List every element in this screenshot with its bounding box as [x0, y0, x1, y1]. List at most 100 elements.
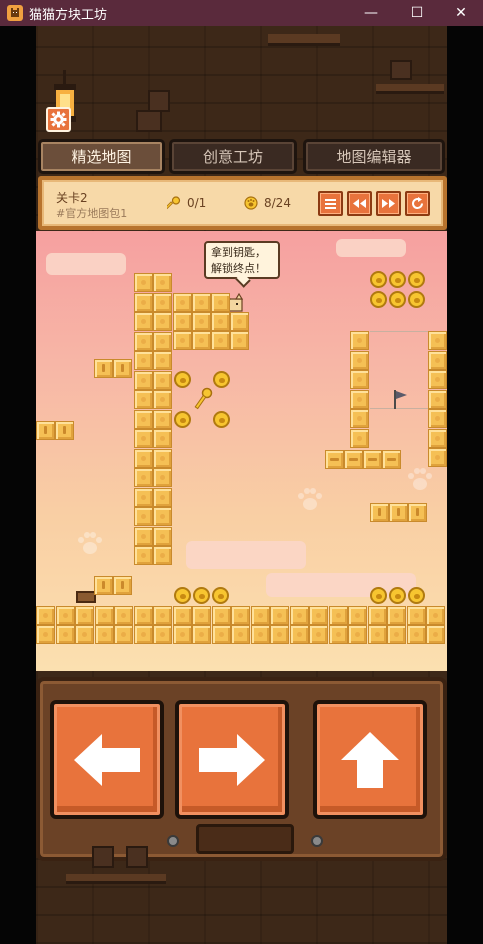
block-tile — [428, 331, 447, 350]
coin-counter: 8/24 — [244, 196, 291, 210]
block-tile — [153, 312, 172, 331]
block-tile — [250, 625, 270, 644]
key-icon — [167, 196, 181, 210]
block-tile — [173, 312, 192, 331]
block-tile — [350, 350, 369, 370]
restart-icon — [412, 197, 424, 210]
block-tile — [192, 625, 211, 644]
cloud — [186, 541, 306, 569]
block-tile — [55, 421, 74, 440]
paw-coin — [174, 411, 191, 428]
block-tile — [134, 526, 153, 546]
block-tile — [270, 625, 289, 644]
block-tile — [192, 312, 211, 331]
hint-line-1: 拿到钥匙， — [211, 246, 266, 259]
jump-button[interactable] — [313, 700, 427, 819]
block-tile — [428, 350, 447, 370]
goal-flag-icon — [394, 390, 407, 409]
block-tile — [36, 625, 55, 644]
block-tile — [134, 409, 153, 429]
block-tile — [55, 625, 75, 644]
close-button[interactable]: ✕ — [438, 0, 483, 26]
block-tile — [367, 606, 387, 625]
block-tile — [211, 293, 230, 312]
level-header: 关卡2 #官方地图包1 0/1 8/24 — [38, 176, 447, 230]
block-tile — [428, 389, 447, 409]
block-tile — [348, 606, 367, 625]
block-tile — [153, 468, 172, 487]
paw-coin — [408, 271, 425, 288]
paw-coin — [370, 587, 387, 604]
paw-coin — [174, 371, 191, 388]
block-tile — [153, 448, 172, 468]
block-tile — [350, 428, 369, 448]
block-tile — [309, 606, 328, 625]
block-tile — [134, 312, 153, 331]
settings-button[interactable] — [46, 107, 71, 132]
fast-forward-button[interactable] — [376, 191, 401, 216]
paw-coin — [408, 587, 425, 604]
maximize-button[interactable]: ☐ — [394, 0, 440, 26]
block-tile — [114, 625, 133, 644]
paw-coin — [213, 371, 230, 388]
block-tile — [134, 487, 153, 507]
coin-count: 8/24 — [264, 196, 291, 210]
menu-button[interactable] — [318, 191, 343, 216]
wall-shelf — [376, 84, 444, 94]
block-tile — [75, 625, 94, 644]
block-tile — [36, 606, 55, 625]
block-tile — [348, 625, 367, 644]
paw-coin-icon — [244, 196, 258, 210]
letterbox-left — [0, 26, 36, 944]
wooden-sign — [76, 591, 96, 603]
tab-map-editor[interactable]: 地图编辑器 — [303, 139, 445, 174]
block-tile — [172, 606, 192, 625]
move-right-button[interactable] — [175, 700, 289, 819]
play-field: 拿到钥匙， 解锁终点！ — [36, 231, 447, 671]
paw-coin — [389, 291, 406, 308]
block-tile — [113, 359, 132, 378]
block-tile — [389, 503, 408, 522]
block-tile — [231, 625, 250, 644]
move-left-button[interactable] — [50, 700, 164, 819]
level-title: 关卡2 — [56, 191, 88, 205]
panel-plate — [167, 824, 323, 854]
block-tile — [153, 429, 172, 448]
block-tile — [94, 359, 113, 378]
block-tile — [428, 448, 447, 467]
wall-shelf — [66, 874, 166, 884]
block-tile — [153, 292, 172, 312]
block-tile — [406, 606, 426, 625]
paw-print-icon — [408, 468, 432, 490]
block-tile — [426, 625, 445, 644]
key-icon — [194, 387, 213, 410]
block-tile — [328, 625, 348, 644]
restart-button[interactable] — [405, 191, 430, 216]
key-count: 0/1 — [187, 196, 207, 210]
block-tile — [133, 606, 153, 625]
block-tile — [153, 526, 172, 546]
rewind-button[interactable] — [347, 191, 372, 216]
block-tile — [94, 606, 114, 625]
paw-coin — [370, 291, 387, 308]
block-tile — [134, 429, 153, 448]
block-tile — [230, 331, 249, 350]
rivet — [311, 835, 323, 847]
block-tile — [172, 625, 192, 644]
tab-workshop[interactable]: 创意工坊 — [169, 139, 297, 174]
block-tile — [153, 273, 172, 292]
block-tile — [134, 273, 153, 292]
map-tabs: 精选地图 创意工坊 地图编辑器 — [38, 139, 445, 174]
block-tile — [134, 370, 153, 390]
tab-featured-maps[interactable]: 精选地图 — [38, 139, 165, 174]
block-tile — [387, 625, 406, 644]
paw-coin — [408, 291, 425, 308]
rewind-icon — [353, 199, 366, 208]
block-tile — [325, 450, 344, 469]
block-tile — [153, 351, 172, 370]
block-tile — [153, 507, 172, 526]
block-tile — [344, 450, 363, 469]
paw-coin — [213, 411, 230, 428]
minimize-button[interactable]: — — [348, 0, 394, 26]
block-tile — [94, 576, 113, 595]
